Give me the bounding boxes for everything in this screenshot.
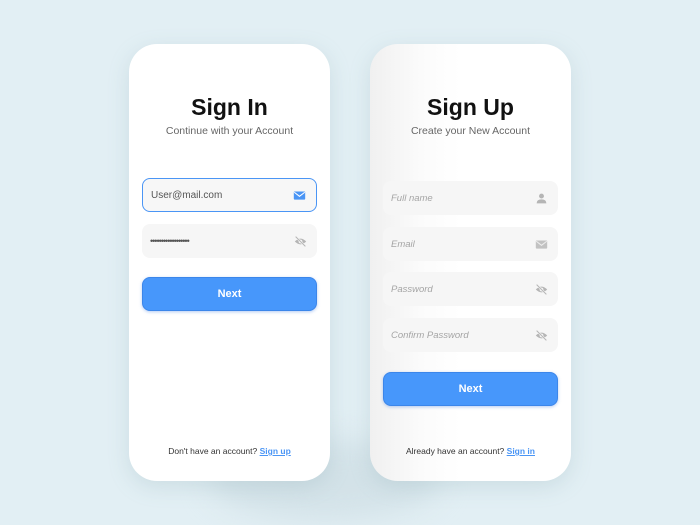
full-name-placeholder: Full name (391, 192, 433, 204)
email-field[interactable]: Email (383, 227, 558, 261)
signup-prompt: Don't have an account? Sign up (129, 446, 330, 456)
email-value: User@mail.com (151, 189, 223, 201)
user-icon (536, 193, 547, 203)
password-value: •••••••••••••••••• (150, 236, 190, 246)
email-field[interactable]: User@mail.com (142, 178, 317, 212)
sign-up-link[interactable]: Sign up (260, 446, 291, 456)
signin-prompt: Already have an account? Sign in (370, 446, 571, 456)
page-subtitle: Create your New Account (410, 125, 531, 137)
eye-off-icon[interactable] (535, 329, 548, 342)
footer-text: Already have an account? (406, 446, 507, 456)
page-subtitle: Continue with your Account (165, 125, 294, 137)
confirm-password-field[interactable]: Confirm Password (383, 318, 558, 352)
page-title: Sign In (191, 94, 268, 120)
eye-off-icon[interactable] (535, 283, 548, 296)
next-button[interactable]: Next (142, 277, 317, 311)
footer-text: Don't have an account? (168, 446, 260, 456)
email-placeholder: Email (391, 238, 415, 250)
next-button[interactable]: Next (383, 372, 558, 406)
password-field[interactable]: •••••••••••••••••• (142, 224, 317, 258)
full-name-field[interactable]: Full name (383, 181, 558, 215)
mail-icon (535, 239, 548, 249)
sign-up-card: Sign Up Create your New Account Full nam… (370, 44, 571, 481)
mail-icon (293, 190, 306, 200)
page-title: Sign Up (427, 94, 514, 120)
confirm-password-placeholder: Confirm Password (391, 329, 469, 341)
password-field[interactable]: Password (383, 272, 558, 306)
eye-off-icon[interactable] (294, 235, 307, 248)
sign-in-link[interactable]: Sign in (507, 446, 535, 456)
password-placeholder: Password (391, 283, 433, 295)
sign-in-card: Sign In Continue with your Account User@… (129, 44, 330, 481)
